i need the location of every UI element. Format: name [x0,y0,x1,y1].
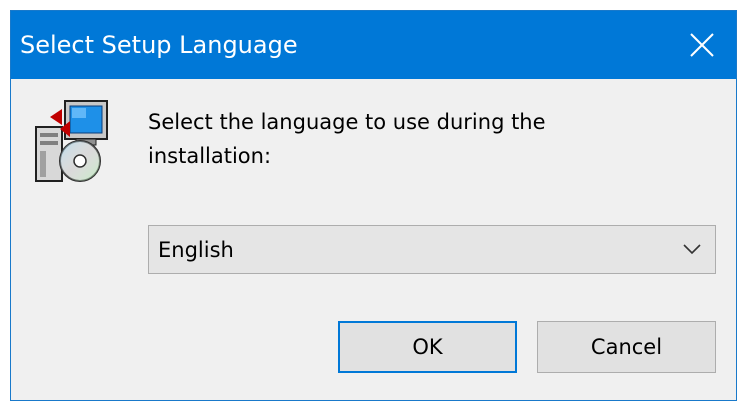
ok-button[interactable]: OK [338,321,517,373]
setup-installer-icon [35,100,108,182]
close-icon [690,33,714,57]
title-bar[interactable]: Select Setup Language [11,11,736,79]
language-dropdown[interactable]: English [148,225,716,274]
window-title: Select Setup Language [20,31,298,59]
selected-language: English [158,238,234,262]
instruction-text: Select the language to use during the in… [148,110,546,168]
close-button[interactable] [668,11,736,79]
chevron-down-icon [683,244,701,255]
cancel-button[interactable]: Cancel [537,321,716,373]
setup-language-dialog: Select Setup Language Select the languag… [10,10,737,401]
